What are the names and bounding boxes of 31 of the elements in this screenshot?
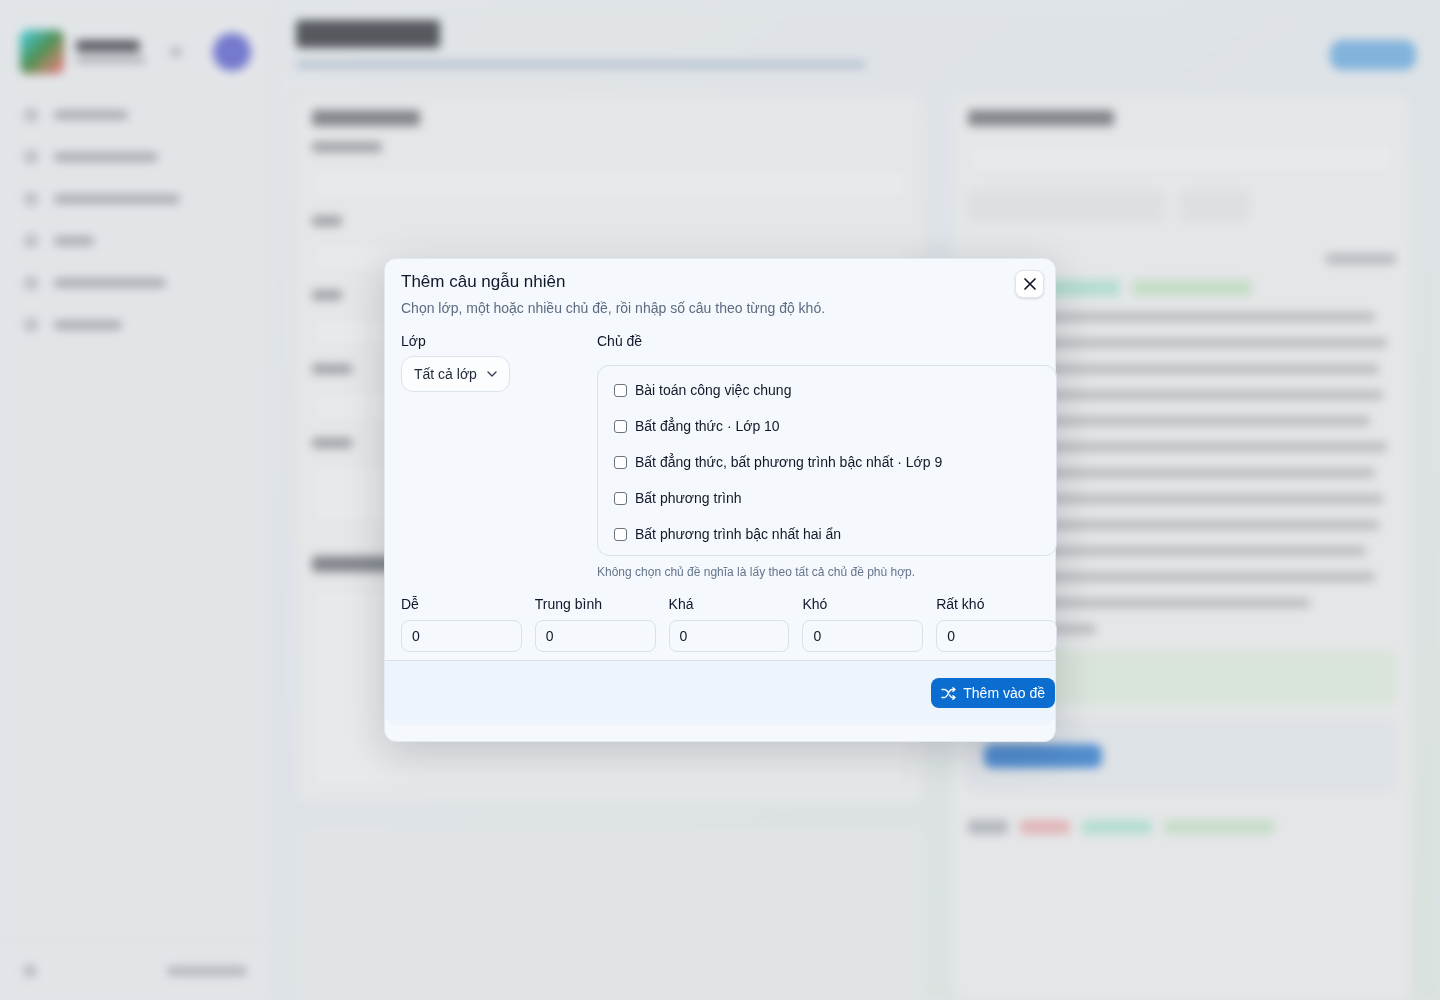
checkbox[interactable] [614, 527, 627, 541]
field-label: Khó [802, 595, 828, 614]
field-label: Chủ đề [597, 332, 643, 351]
field-label: Trung bình [534, 595, 602, 614]
checkbox[interactable] [614, 419, 627, 433]
checkbox[interactable] [614, 491, 627, 505]
field-label: Dễ [401, 595, 419, 614]
checkbox[interactable] [614, 455, 627, 469]
close-button[interactable] [1015, 270, 1044, 298]
dialog-title: Thêm câu ngẫu nhiên [401, 271, 566, 293]
count-input[interactable]: 0 [534, 620, 656, 652]
field-label: Khá [668, 595, 694, 614]
chevron-down-icon [486, 371, 497, 377]
count-input[interactable]: 0 [401, 620, 522, 652]
field-label: Rất khó [936, 595, 985, 614]
dialog-subtitle: Chọn lớp, một hoặc nhiều chủ đề, rồi nhập số câu theo từng độ khó. [401, 299, 826, 318]
count-input[interactable]: 0 [668, 620, 790, 652]
count-input[interactable]: 0 [936, 620, 1057, 652]
count-input[interactable]: 0 [802, 620, 924, 652]
shuffle-icon [941, 686, 957, 700]
hint-text: Không chọn chủ đề nghĩa là lấy theo tất cả chủ đề phù hợp. [597, 564, 916, 580]
field-label: Lớp [401, 332, 426, 351]
topic-label: Bất phương trình bậc nhất hai ẩn [635, 525, 842, 544]
checkbox[interactable] [614, 383, 627, 397]
topic-label: Bất đẳng thức, bất phương trình bậc nhất · Lớp 9 [635, 452, 943, 472]
topic-label: Bài toán công việc chung [635, 381, 792, 400]
add-to-exam-button[interactable]: Thêm vào đề [931, 678, 1055, 708]
topic-label: Bất đẳng thức · Lớp 10 [635, 416, 780, 436]
close-icon [1023, 278, 1036, 290]
class-select[interactable]: Tất cả lớp [401, 356, 510, 392]
topic-label: Bất phương trình [635, 489, 742, 508]
